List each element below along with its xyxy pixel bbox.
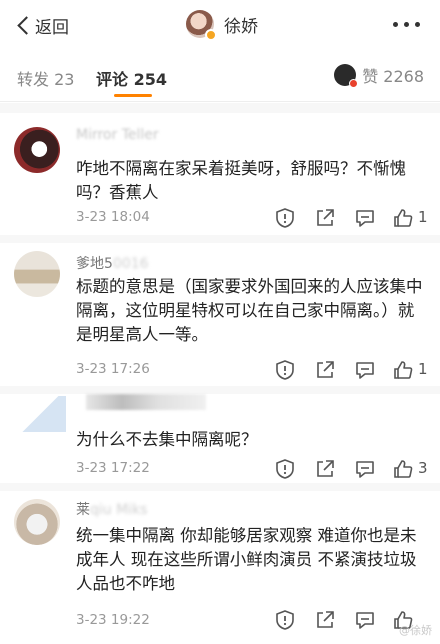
like-count: 3 xyxy=(418,459,428,477)
chevron-left-icon xyxy=(17,15,36,35)
comment-text: 统一集中隔离 你却能够居家观察 难道你也是未成年人 现在这些所谓小鲜肉演员 不紧… xyxy=(76,526,417,593)
comment-time: 3-23 17:22 xyxy=(76,460,150,476)
reply-icon[interactable] xyxy=(354,609,376,631)
likes-count: 赞 2268 xyxy=(362,67,424,86)
report-icon[interactable] xyxy=(274,359,296,381)
comment-text: 标题的意思是（国家要求外国回来的人应该集中隔离，这位明星特权可以在自己家中隔离。… xyxy=(76,277,423,344)
reply-icon[interactable] xyxy=(354,458,376,480)
comment-time: 3-23 18:04 xyxy=(76,209,150,225)
commenter-name[interactable]: 莱qiu Miks xyxy=(76,499,147,519)
comment-divider xyxy=(0,483,440,491)
commenter-name[interactable]: 爹地50016 xyxy=(76,253,149,273)
commenter-name[interactable]: Mirror Teller xyxy=(76,127,159,143)
reply-icon[interactable] xyxy=(354,207,376,229)
active-tab-indicator xyxy=(114,94,152,97)
tab-repost[interactable]: 转发 23 xyxy=(17,66,74,90)
back-label: 返回 xyxy=(35,17,69,38)
verified-badge-icon xyxy=(205,29,217,41)
section-divider xyxy=(0,103,440,113)
avatar[interactable] xyxy=(186,10,217,41)
like-count: 1 xyxy=(418,208,428,226)
page-title-group[interactable]: 徐娇 xyxy=(186,10,258,41)
avatar[interactable] xyxy=(14,251,60,297)
thumbs-up-icon[interactable] xyxy=(392,458,414,480)
tab-comment[interactable]: 评论 254 xyxy=(96,66,167,90)
thumbs-up-icon[interactable] xyxy=(392,359,414,381)
watermark: @徐娇 xyxy=(399,624,432,637)
comment-time: 3-23 17:26 xyxy=(76,361,150,377)
comment-time: 3-23 19:22 xyxy=(76,612,150,628)
report-icon[interactable] xyxy=(274,207,296,229)
commenter-name[interactable] xyxy=(86,394,206,410)
like-count: 1 xyxy=(418,360,428,378)
share-icon[interactable] xyxy=(314,609,336,631)
comment-divider xyxy=(0,386,440,394)
tab-bar: 转发 23 评论 254 赞 2268 xyxy=(0,50,440,102)
report-icon[interactable] xyxy=(274,458,296,480)
page-title: 徐娇 xyxy=(224,16,258,37)
comment-text: 为什么不去集中隔离呢？ xyxy=(76,430,258,449)
tab-likes[interactable]: 赞 2268 xyxy=(334,63,424,88)
liker-avatar xyxy=(334,64,359,88)
avatar[interactable] xyxy=(14,499,60,545)
avatar[interactable] xyxy=(14,127,60,173)
thumbs-up-icon[interactable] xyxy=(392,207,414,229)
avatar[interactable] xyxy=(22,396,66,432)
share-icon[interactable] xyxy=(314,458,336,480)
comment-text: 咋地不隔离在家呆着挺美呀，舒服吗？不惭愧吗？香蕉人 xyxy=(76,159,406,202)
share-icon[interactable] xyxy=(314,207,336,229)
share-icon[interactable] xyxy=(314,359,336,381)
reply-icon[interactable] xyxy=(354,359,376,381)
report-icon[interactable] xyxy=(274,609,296,631)
top-nav-bar: 返回 徐娇 xyxy=(0,0,440,50)
more-options-icon[interactable] xyxy=(393,22,420,27)
comment-divider xyxy=(0,235,440,243)
back-button[interactable]: 返回 xyxy=(14,11,69,39)
